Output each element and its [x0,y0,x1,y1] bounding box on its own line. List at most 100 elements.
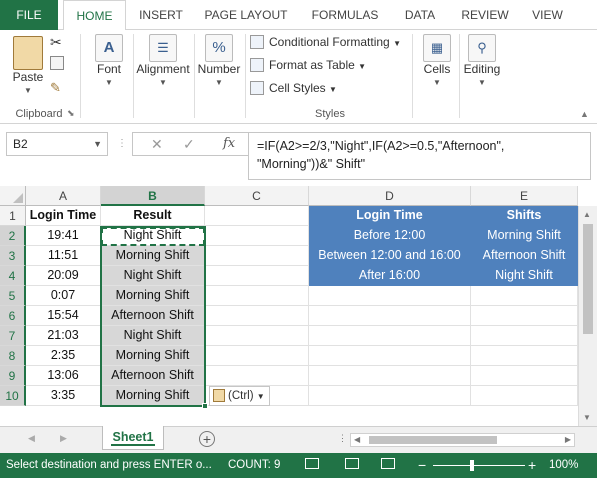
column-header-a[interactable]: A [26,186,101,206]
row-header[interactable]: 7 [0,326,26,346]
cell[interactable] [471,306,578,326]
paste-options-button[interactable]: (Ctrl) ▼ [209,386,270,406]
cut-icon[interactable]: ✂ [50,34,62,51]
row-header[interactable]: 1 [0,206,26,226]
login-time-cell[interactable]: 3:35 [26,386,101,406]
number-button[interactable]: % Number ▼ [196,34,242,87]
lookup-shift-cell[interactable]: Afternoon Shift [471,246,578,266]
previous-sheet-icon[interactable]: ◀ [28,433,35,444]
cell[interactable] [205,306,309,326]
font-button[interactable]: A Font ▼ [88,34,130,87]
cell[interactable] [309,326,471,346]
login-time-cell[interactable]: 2:35 [26,346,101,366]
resize-handle-icon[interactable]: ⋮ [117,138,127,149]
conditional-formatting-button[interactable]: Conditional Formatting ▼ [250,32,401,52]
row-header[interactable]: 4 [0,266,26,286]
login-time-cell[interactable]: 11:51 [26,246,101,266]
result-cell[interactable]: Night Shift [101,326,205,346]
cells-button[interactable]: ▦ Cells ▼ [417,34,457,87]
tab-file[interactable]: FILE [0,0,58,30]
cell[interactable] [471,286,578,306]
tab-page-layout[interactable]: PAGE LAYOUT [198,0,294,30]
select-all-corner[interactable] [0,186,26,206]
login-time-cell[interactable]: 0:07 [26,286,101,306]
cell[interactable] [205,286,309,306]
cell[interactable] [205,366,309,386]
sheet-tab[interactable]: Sheet1 [102,426,164,450]
normal-view-icon[interactable] [305,453,319,478]
lookup-shift-cell[interactable]: Morning Shift [471,226,578,246]
lookup-time-header[interactable]: Login Time [309,206,471,226]
page-break-view-icon[interactable] [381,453,395,478]
column-header-e[interactable]: E [471,186,578,206]
tab-insert[interactable]: INSERT [130,0,192,30]
cell[interactable] [471,386,578,406]
cell[interactable] [205,246,309,266]
chevron-down-icon[interactable]: ▼ [93,133,102,155]
format-as-table-button[interactable]: Format as Table ▼ [250,55,366,75]
scroll-thumb[interactable] [369,436,497,444]
scroll-up-icon[interactable]: ▲ [583,210,591,219]
cell-styles-button[interactable]: Cell Styles ▼ [250,78,337,98]
cell[interactable] [205,346,309,366]
row-header[interactable]: 6 [0,306,26,326]
collapse-ribbon-icon[interactable]: ▲ [580,109,589,119]
row-header[interactable]: 5 [0,286,26,306]
tab-view[interactable]: VIEW [525,0,570,30]
editing-button[interactable]: ⚲ Editing ▼ [460,34,504,87]
row-header[interactable]: 9 [0,366,26,386]
next-sheet-icon[interactable]: ▶ [60,433,67,444]
cell[interactable] [309,386,471,406]
row-header[interactable]: 3 [0,246,26,266]
result-cell[interactable]: Morning Shift [101,386,205,406]
page-layout-view-icon[interactable] [345,453,359,478]
cell[interactable] [471,326,578,346]
result-cell[interactable]: Night Shift [101,266,205,286]
result-cell[interactable]: Morning Shift [101,346,205,366]
enter-icon[interactable]: ✓ [183,136,195,153]
cell[interactable] [309,286,471,306]
column-header-c[interactable]: C [205,186,309,206]
fill-handle[interactable] [202,403,208,409]
clipboard-launcher-icon[interactable]: ⬊ [67,108,75,119]
lookup-time-cell[interactable]: Between 12:00 and 16:00 [309,246,471,266]
scroll-left-icon[interactable]: ◀ [354,435,360,444]
row-header[interactable]: 2 [0,226,26,246]
login-time-cell[interactable]: 21:03 [26,326,101,346]
cell[interactable] [309,366,471,386]
zoom-in-icon[interactable]: + [528,453,536,478]
cell[interactable] [205,266,309,286]
result-cell[interactable]: Night Shift [101,226,205,246]
cell[interactable] [309,346,471,366]
login-time-cell[interactable]: 15:54 [26,306,101,326]
cell[interactable] [205,226,309,246]
add-sheet-icon[interactable]: + [199,431,215,447]
cell[interactable] [471,366,578,386]
resize-handle-icon[interactable]: ⋮ [338,433,347,444]
name-box[interactable]: B2 ▼ [6,132,108,156]
zoom-slider[interactable] [433,465,525,466]
zoom-slider-knob[interactable] [470,460,474,471]
result-header[interactable]: Result [101,206,205,226]
zoom-out-icon[interactable]: − [418,453,426,478]
tab-review[interactable]: REVIEW [455,0,515,30]
column-header-b[interactable]: B [101,186,205,206]
row-header[interactable]: 10 [0,386,26,406]
insert-function-icon[interactable]: fx [223,136,235,151]
paste-button[interactable]: Paste ▼ [8,36,48,95]
alignment-button[interactable]: ☰ Alignment ▼ [134,34,192,87]
scroll-thumb[interactable] [583,224,593,334]
cell[interactable] [471,346,578,366]
result-cell[interactable]: Afternoon Shift [101,306,205,326]
lookup-shift-cell[interactable]: Night Shift [471,266,578,286]
lookup-time-cell[interactable]: After 16:00 [309,266,471,286]
lookup-shift-header[interactable]: Shifts [471,206,578,226]
tab-formulas[interactable]: FORMULAS [305,0,385,30]
login-time-cell[interactable]: 19:41 [26,226,101,246]
vertical-scrollbar[interactable]: ▲ ▼ [578,206,597,426]
login-time-cell[interactable]: 13:06 [26,366,101,386]
row-header[interactable]: 8 [0,346,26,366]
result-cell[interactable]: Afternoon Shift [101,366,205,386]
scroll-right-icon[interactable]: ▶ [565,435,571,444]
tab-home[interactable]: HOME [63,0,126,31]
